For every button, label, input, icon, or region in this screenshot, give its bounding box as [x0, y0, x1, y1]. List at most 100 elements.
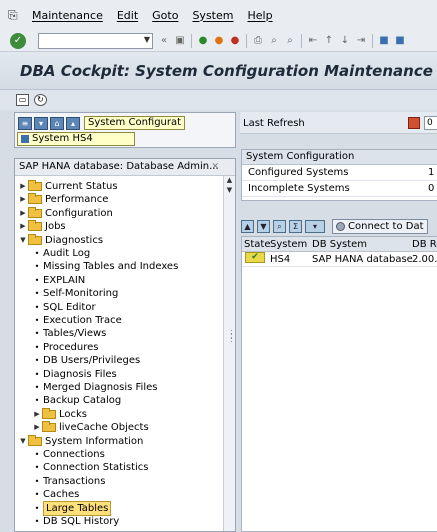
toggle-navigation-icon[interactable]: ▭: [16, 94, 29, 106]
tree-folder[interactable]: ▼ Diagnostics: [19, 233, 103, 247]
system-cell[interactable]: HS4: [270, 252, 290, 267]
shortcut-icon[interactable]: ■: [394, 35, 406, 47]
folder-icon: [28, 233, 42, 245]
db-system-cell: SAP HANA database: [312, 254, 413, 265]
sort-descending-icon[interactable]: ▼: [257, 219, 270, 233]
status-ok-icon: ✔: [245, 252, 265, 263]
ok-icon[interactable]: ✓: [10, 32, 26, 49]
tree-folder[interactable]: ▶ Jobs: [19, 220, 66, 233]
last-refresh-field[interactable]: 0: [424, 116, 437, 130]
system-menu-icon[interactable]: ⎘: [8, 8, 22, 22]
back-icon[interactable]: ●: [197, 35, 209, 47]
tree-item[interactable]: • Transactions: [33, 475, 106, 488]
menu-goto[interactable]: Goto: [152, 9, 178, 22]
expand-arrow-icon[interactable]: ▶: [19, 220, 27, 233]
tree-folder[interactable]: ▼ System Information: [19, 434, 143, 448]
system-configuration-button[interactable]: System Configurat: [84, 116, 186, 130]
calendar-icon[interactable]: [408, 117, 420, 129]
expand-arrow-icon[interactable]: ▶: [19, 207, 27, 220]
tree-item[interactable]: • Procedures: [33, 341, 99, 354]
close-icon[interactable]: ✕: [211, 162, 219, 172]
scroll-up-icon[interactable]: ▲: [224, 176, 235, 186]
find-icon[interactable]: ⌕: [273, 219, 286, 233]
tree-item[interactable]: • SQL Editor: [33, 301, 96, 314]
next-page-icon[interactable]: ↓: [339, 35, 351, 47]
tree-item-label: Missing Tables and Indexes: [43, 261, 179, 273]
expand-arrow-icon[interactable]: ▶: [19, 180, 27, 193]
tree-folder[interactable]: ▶ Performance: [19, 193, 108, 206]
first-page-icon[interactable]: ⇤: [307, 35, 319, 47]
tree-item[interactable]: • Audit Log: [33, 247, 91, 260]
print-icon[interactable]: ⎙: [252, 35, 264, 47]
tree-item[interactable]: • Connections: [33, 448, 105, 461]
expand-arrow-icon[interactable]: ▶: [33, 421, 41, 434]
column-db-system[interactable]: DB System: [312, 237, 367, 252]
filter-icon[interactable]: ▾: [34, 116, 48, 130]
tree-folder[interactable]: ▶ liveCache Objects: [33, 421, 149, 434]
sum-icon[interactable]: Σ: [289, 219, 302, 233]
new-session-icon[interactable]: ■: [378, 35, 390, 47]
save-icon[interactable]: ▣: [174, 35, 186, 47]
pane-splitter[interactable]: :::: [230, 328, 233, 344]
menu-help[interactable]: Help: [247, 9, 272, 22]
bullet-icon: •: [34, 249, 40, 258]
configured-systems-value: 1: [428, 167, 435, 178]
folder-icon: [28, 193, 42, 205]
tree-item-label: Large Tables: [43, 500, 112, 516]
tree-item[interactable]: • DB SQL History: [33, 515, 120, 528]
system-selector[interactable]: System HS4: [17, 132, 135, 146]
list-icon[interactable]: ≡: [18, 116, 32, 130]
menu-edit[interactable]: Edit: [117, 9, 138, 22]
tree-item[interactable]: • Large Tables: [33, 500, 112, 516]
table-row: Configured Systems 1: [242, 165, 437, 181]
scroll-down-icon[interactable]: ▼: [224, 186, 235, 196]
find-next-icon[interactable]: ⌕: [284, 35, 296, 47]
column-system[interactable]: System: [270, 237, 307, 252]
tree-folder[interactable]: ▶ Locks: [33, 407, 87, 421]
chevron-down-icon[interactable]: ▼: [144, 35, 150, 44]
folder-icon: [42, 421, 56, 433]
column-db-release[interactable]: DB Re: [412, 237, 437, 252]
menu-system[interactable]: System: [192, 9, 233, 22]
expand-arrow-icon[interactable]: ▶: [19, 193, 27, 206]
double-left-icon[interactable]: «: [158, 35, 170, 47]
tree-item-label: Procedures: [43, 341, 99, 353]
tree-folder[interactable]: ▶ Current Status: [19, 180, 118, 193]
tree-item[interactable]: • DB Users/Privileges: [33, 354, 141, 367]
command-field[interactable]: ▼: [38, 32, 153, 49]
connect-to-database-button[interactable]: Connect to Dat: [332, 218, 428, 234]
tree-item[interactable]: • Merged Diagnosis Files: [33, 381, 158, 394]
find-icon[interactable]: ⌕: [268, 35, 280, 47]
filter-icon[interactable]: ▾: [305, 219, 325, 233]
tree-scrollbar[interactable]: ▲ ▼: [223, 176, 235, 531]
collapse-arrow-icon[interactable]: ▼: [19, 234, 27, 247]
last-refresh-label: Last Refresh: [243, 118, 305, 129]
column-state[interactable]: State: [244, 237, 270, 252]
tree-item[interactable]: • EXPLAIN: [33, 274, 86, 287]
tree-item[interactable]: • Diagnosis Files: [33, 368, 117, 381]
expand-arrow-icon[interactable]: ▶: [33, 408, 41, 421]
tree-item[interactable]: • Connection Statistics: [33, 461, 149, 474]
tree-item[interactable]: • Backup Catalog: [33, 394, 122, 407]
tree-item-label: Jobs: [45, 221, 66, 233]
tree-folder[interactable]: ▶ Configuration: [19, 206, 113, 220]
tree-icon[interactable]: ⌂: [50, 116, 64, 130]
tree-item[interactable]: • Missing Tables and Indexes: [33, 260, 179, 273]
menu-maintenance[interactable]: Maintenance: [32, 9, 103, 22]
cancel-icon[interactable]: ●: [229, 35, 241, 47]
tree-item[interactable]: • Caches: [33, 488, 80, 501]
table-row[interactable]: ✔ HS4 SAP HANA database 2.00.: [242, 252, 437, 267]
expand-icon[interactable]: ▴: [66, 116, 80, 130]
tree-item[interactable]: • Tables/Views: [33, 327, 107, 340]
collapse-arrow-icon[interactable]: ▼: [19, 435, 27, 448]
sort-ascending-icon[interactable]: ▲: [241, 219, 254, 233]
tree-item-label: SQL Editor: [43, 301, 96, 313]
refresh-icon[interactable]: ↻: [34, 94, 47, 106]
tree-item[interactable]: • Self-Monitoring: [33, 287, 119, 300]
application-toolbar: ▭ ↻: [0, 90, 437, 110]
prev-page-icon[interactable]: ↑: [323, 35, 335, 47]
exit-icon[interactable]: ●: [213, 35, 225, 47]
last-page-icon[interactable]: ⇥: [355, 35, 367, 47]
bullet-icon: •: [34, 383, 40, 392]
tree-item[interactable]: • Execution Trace: [33, 314, 122, 327]
